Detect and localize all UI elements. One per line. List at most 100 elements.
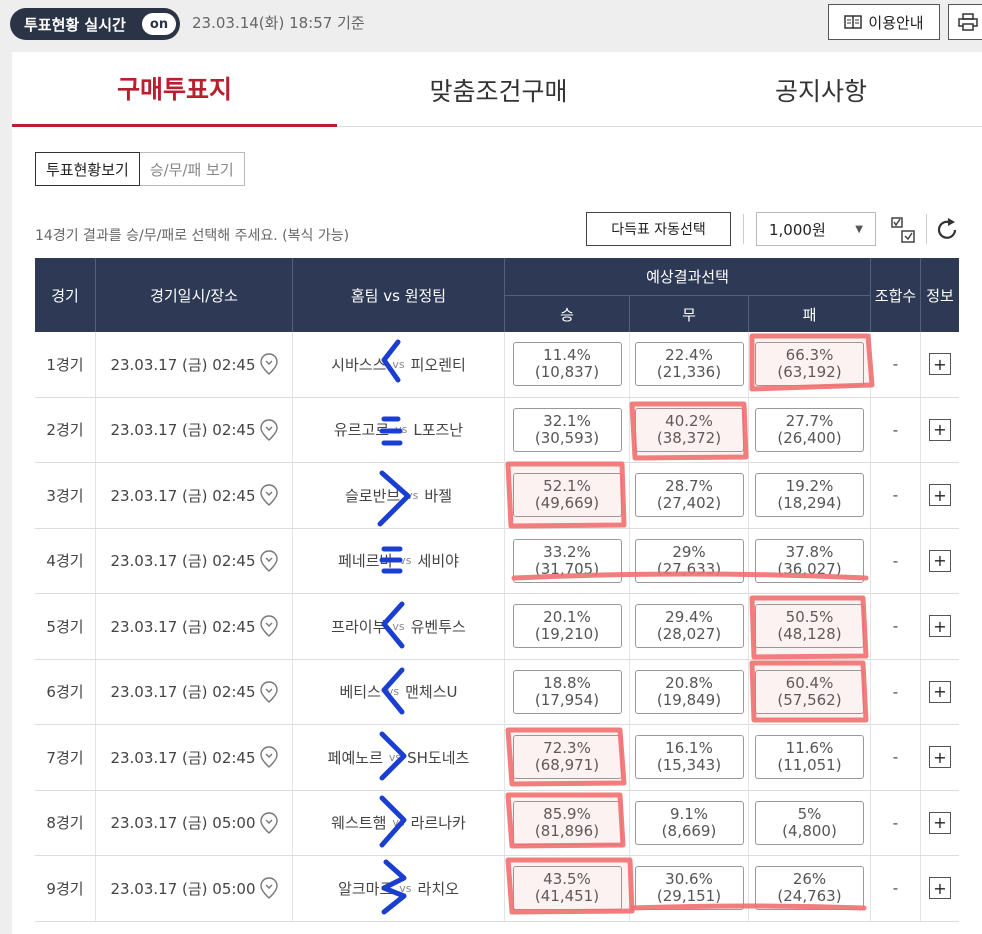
- info-cell: +: [921, 725, 959, 790]
- tab-custom[interactable]: 맞춤조건구매: [337, 52, 660, 127]
- home-team: 슬로반브: [344, 486, 401, 505]
- draw-option-button[interactable]: 29% (27,633): [634, 538, 744, 583]
- win-option-button[interactable]: 20.1% (19,210): [512, 604, 622, 649]
- away-team: 유벤투스: [410, 617, 466, 636]
- table-row: 3경기 23.03.17 (금) 02:45 슬로반브 vs 바젤 52.1% (49,66…: [35, 463, 959, 529]
- vs-label: vs: [386, 685, 400, 699]
- draw-percent: 29.4%: [665, 608, 713, 627]
- matchup: 시바스스 vs 피오렌티: [293, 332, 505, 397]
- lose-option-button[interactable]: 37.8% (36,027): [755, 538, 864, 583]
- location-pin-icon[interactable]: [259, 681, 278, 703]
- divider: [926, 214, 927, 244]
- print-button[interactable]: [948, 4, 982, 40]
- guide-button[interactable]: 이용안내: [828, 4, 940, 40]
- expand-plus-button[interactable]: +: [929, 680, 951, 703]
- lose-option-button[interactable]: 60.4% (57,562): [755, 669, 864, 714]
- realtime-label: 투표현황 실시간: [24, 15, 126, 34]
- checkbox-list-icon[interactable]: [890, 216, 916, 244]
- expand-plus-button[interactable]: +: [929, 353, 951, 376]
- lose-option-button[interactable]: 19.2% (18,294): [755, 473, 864, 518]
- home-team: 웨스트햄: [331, 814, 387, 833]
- draw-percent: 30.6%: [665, 870, 713, 889]
- refresh-icon[interactable]: [935, 216, 959, 242]
- win-option-button[interactable]: 18.8% (17,954): [512, 669, 622, 714]
- game-number: 2경기: [35, 397, 96, 462]
- location-pin-icon[interactable]: [259, 615, 278, 638]
- realtime-toggle[interactable]: 투표현황 실시간 on: [10, 8, 180, 40]
- combo-count: -: [871, 463, 921, 528]
- away-team: 바젤: [424, 486, 453, 505]
- vs-label: vs: [392, 816, 405, 830]
- auto-select-button[interactable]: 다득표 자동선택: [586, 212, 731, 246]
- table-body: 1경기 23.03.17 (금) 02:45 시바스스 vs 피오렌티 11.4% (10,…: [35, 332, 959, 922]
- win-count: (68,971): [534, 756, 600, 775]
- vs-label: vs: [399, 554, 412, 568]
- lose-cell: 66.3% (63,192): [749, 332, 871, 397]
- win-cell: 43.5% (41,451): [505, 856, 630, 921]
- tab-purchase[interactable]: 구매투표지: [12, 52, 337, 127]
- win-option-button[interactable]: 32.1% (30,593): [512, 407, 622, 452]
- draw-option-button[interactable]: 40.2% (38,372): [634, 407, 744, 452]
- guide-label: 이용안내: [868, 13, 924, 32]
- draw-count: (15,343): [656, 756, 722, 775]
- lose-option-button[interactable]: 26% (24,763): [755, 866, 864, 911]
- info-cell: +: [921, 463, 959, 528]
- win-option-button[interactable]: 11.4% (10,837): [512, 342, 622, 387]
- location-pin-icon[interactable]: [259, 812, 278, 834]
- info-cell: +: [921, 791, 959, 856]
- location-pin-icon[interactable]: [259, 550, 278, 572]
- game-datetime: 23.03.17 (금) 02:45: [96, 332, 293, 397]
- location-pin-icon[interactable]: [259, 353, 278, 376]
- expand-plus-button[interactable]: +: [929, 615, 951, 638]
- win-option-button[interactable]: 72.3% (68,971): [512, 735, 622, 780]
- wdl-view-button[interactable]: 승/무/패 보기: [139, 152, 245, 186]
- matchup: 웨스트햄 vs 라르나카: [293, 790, 505, 855]
- draw-percent: 20.8%: [665, 673, 713, 692]
- expand-plus-button[interactable]: +: [929, 484, 951, 507]
- lose-option-button[interactable]: 27.7% (26,400): [755, 407, 864, 452]
- matchup: 페예노르 vs SH도네츠: [293, 725, 505, 790]
- amount-value: 1,000원: [769, 220, 826, 239]
- info-cell: +: [921, 332, 959, 397]
- draw-option-button[interactable]: 9.1% (8,669): [634, 800, 744, 845]
- win-option-button[interactable]: 43.5% (41,451): [512, 866, 622, 911]
- home-team: 시바스스: [331, 355, 387, 374]
- lose-cell: 37.8% (36,027): [749, 528, 871, 593]
- expand-plus-button[interactable]: +: [929, 877, 951, 900]
- location-pin-icon[interactable]: [259, 484, 278, 507]
- datetime-text: 23.03.17 (금) 05:00: [110, 879, 256, 898]
- tab-notice[interactable]: 공지사항: [660, 52, 982, 127]
- expand-plus-button[interactable]: +: [929, 746, 951, 769]
- win-percent: 85.9%: [543, 804, 591, 823]
- lose-option-button[interactable]: 50.5% (48,128): [755, 604, 864, 649]
- win-option-button[interactable]: 33.2% (31,705): [512, 538, 622, 583]
- draw-option-button[interactable]: 30.6% (29,151): [634, 866, 744, 911]
- lose-option-button[interactable]: 66.3% (63,192): [755, 342, 864, 387]
- datetime-text: 23.03.17 (금) 02:45: [110, 552, 256, 571]
- expand-plus-button[interactable]: +: [929, 549, 951, 572]
- lose-option-button[interactable]: 11.6% (11,051): [755, 735, 864, 780]
- location-pin-icon[interactable]: [259, 877, 278, 900]
- vs-label: vs: [395, 423, 408, 437]
- win-option-button[interactable]: 85.9% (81,896): [512, 800, 622, 845]
- draw-option-button[interactable]: 22.4% (21,336): [634, 342, 744, 387]
- expand-plus-button[interactable]: +: [929, 418, 951, 441]
- timestamp: 23.03.14(화) 18:57 기준: [192, 14, 365, 32]
- datetime-text: 23.03.17 (금) 05:00: [110, 814, 256, 833]
- col-prediction: 예상결과선택: [505, 258, 871, 295]
- vote-status-button[interactable]: 투표현황보기: [35, 152, 140, 186]
- win-percent: 33.2%: [543, 542, 591, 561]
- draw-option-button[interactable]: 16.1% (15,343): [634, 735, 744, 780]
- matchup: 베티스 vs 맨체스U: [293, 659, 505, 724]
- location-pin-icon[interactable]: [259, 419, 278, 441]
- vs-label: vs: [406, 488, 419, 502]
- win-option-button[interactable]: 52.1% (49,669): [512, 473, 622, 518]
- draw-option-button[interactable]: 29.4% (28,027): [634, 604, 744, 649]
- location-pin-icon[interactable]: [259, 746, 278, 769]
- draw-option-button[interactable]: 28.7% (27,402): [634, 473, 744, 518]
- matchup: 프라이부 vs 유벤투스: [293, 594, 505, 659]
- amount-select[interactable]: 1,000원 ▼: [756, 212, 876, 246]
- draw-option-button[interactable]: 20.8% (19,849): [634, 669, 744, 714]
- expand-plus-button[interactable]: +: [929, 811, 951, 834]
- lose-option-button[interactable]: 5% (4,800): [755, 800, 864, 845]
